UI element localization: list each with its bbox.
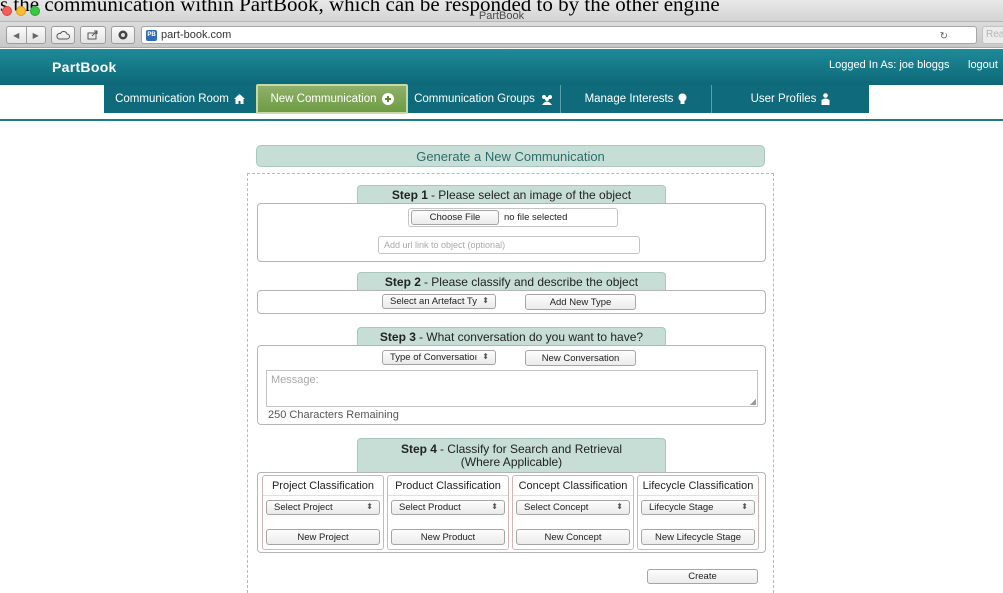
- project-classification-header: Project Classification: [263, 476, 383, 496]
- create-button[interactable]: Create: [647, 569, 758, 584]
- nav-label: User Profiles: [750, 93, 817, 105]
- extension-icon[interactable]: [111, 26, 135, 44]
- concept-classification-header: Concept Classification: [513, 476, 633, 496]
- nav-communication-room[interactable]: Communication Room: [104, 85, 256, 113]
- favicon-icon: PB: [146, 29, 157, 41]
- lifecycle-classification-header: Lifecycle Classification: [638, 476, 758, 496]
- step2-text: - Please classify and describe the objec…: [423, 275, 639, 289]
- nav-label: Manage Interests: [584, 93, 674, 105]
- step4-number: Step 4: [400, 441, 437, 456]
- select-arrows-icon: ⬍: [741, 502, 748, 511]
- new-concept-button[interactable]: New Concept: [516, 529, 630, 545]
- browser-toolbar: ◀ ▶ PB part-book.com ↻ Reader: [0, 22, 1003, 48]
- message-textarea[interactable]: Message: ◢: [266, 370, 758, 407]
- lifecycle-classification: Lifecycle Classification Lifecycle Stage…: [637, 475, 759, 550]
- new-project-button[interactable]: New Project: [266, 529, 380, 545]
- address-bar[interactable]: PB part-book.com ↻: [141, 26, 977, 44]
- url-text: part-book.com: [161, 29, 232, 41]
- lifecycle-select[interactable]: Lifecycle Stage ⬍: [641, 500, 755, 515]
- step2-label: Step 2 - Please classify and describe th…: [357, 272, 666, 291]
- concept-select-value: Select Concept: [524, 502, 589, 513]
- project-classification: Project Classification Select Project ⬍ …: [262, 475, 384, 550]
- select-arrows-icon: ⬍: [616, 502, 623, 511]
- product-classification-header: Product Classification: [388, 476, 508, 496]
- concept-select[interactable]: Select Concept ⬍: [516, 500, 630, 515]
- concept-classification: Concept Classification Select Concept ⬍ …: [512, 475, 634, 550]
- step3-text: - What conversation do you want to have?: [418, 330, 644, 344]
- nav-manage-interests[interactable]: Manage Interests: [561, 85, 711, 113]
- file-picker[interactable]: Choose File no file selected: [408, 208, 618, 227]
- new-product-button[interactable]: New Product: [391, 529, 505, 545]
- share-icon[interactable]: [80, 26, 106, 44]
- project-select[interactable]: Select Project ⬍: [266, 500, 380, 515]
- step4-text: - Classify for Search and Retrieval: [439, 441, 623, 456]
- page-title: Generate a New Communication: [256, 145, 765, 167]
- step3-label: Step 3 - What conversation do you want t…: [357, 327, 666, 346]
- message-placeholder: Message:: [271, 374, 319, 386]
- nav-label: New Communication: [270, 93, 377, 105]
- conversation-type-select[interactable]: Type of Conversatioı ⬍: [382, 350, 496, 365]
- site-header: PartBook Logged In As: joe bloggs logout: [0, 49, 1003, 85]
- nav-underline: [0, 119, 1003, 121]
- logged-in-status: Logged In As: joe bloggs: [829, 59, 950, 71]
- step2-box: [257, 290, 766, 314]
- nav-communication-groups[interactable]: Communication Groups: [408, 85, 560, 113]
- user-icon: [821, 93, 830, 105]
- cloud-icon[interactable]: [51, 26, 75, 44]
- step2-number: Step 2: [384, 275, 421, 289]
- brand-logo[interactable]: PartBook: [52, 59, 117, 75]
- window-title: PartBook: [478, 10, 525, 22]
- select-arrows-icon: ⬍: [491, 502, 498, 511]
- lightbulb-icon: [678, 93, 687, 104]
- reader-button[interactable]: Reader: [982, 26, 1003, 44]
- logout-link[interactable]: logout: [968, 59, 998, 71]
- forward-icon[interactable]: ▶: [27, 27, 46, 43]
- select-arrows-icon: ⬍: [366, 502, 373, 511]
- step3-number: Step 3: [379, 330, 416, 344]
- step4-subtext: (Where Applicable): [460, 454, 563, 469]
- step4-label: Step 4- Classify for Search and Retrieva…: [357, 438, 666, 472]
- product-select[interactable]: Select Product ⬍: [391, 500, 505, 515]
- new-lifecycle-stage-button[interactable]: New Lifecycle Stage: [641, 529, 755, 545]
- nav-label: Communication Room: [115, 93, 229, 105]
- main-nav: Communication Room New Communication Com…: [104, 84, 869, 114]
- back-forward-buttons[interactable]: ◀ ▶: [6, 26, 46, 44]
- step1-text: - Please select an image of the object: [430, 188, 632, 202]
- url-link-input[interactable]: Add url link to object (optional): [378, 236, 640, 254]
- select-arrows-icon: ⬍: [482, 296, 489, 305]
- group-icon: [541, 94, 552, 105]
- step1-label: Step 1 - Please select an image of the o…: [357, 185, 666, 204]
- new-conversation-button[interactable]: New Conversation: [525, 350, 636, 366]
- nav-user-profiles[interactable]: User Profiles: [712, 85, 869, 113]
- reload-icon[interactable]: ↻: [940, 31, 948, 42]
- step1-number: Step 1: [391, 188, 428, 202]
- product-select-value: Select Product: [399, 502, 461, 513]
- product-classification: Product Classification Select Product ⬍ …: [387, 475, 509, 550]
- plus-circle-icon: [381, 93, 394, 105]
- nav-new-communication[interactable]: New Communication: [256, 84, 408, 114]
- back-icon[interactable]: ◀: [7, 27, 27, 43]
- chars-remaining: 250 Characters Remaining: [268, 409, 399, 421]
- conversation-type-value: Type of Conversatioı: [390, 352, 478, 363]
- file-status: no file selected: [504, 212, 568, 223]
- lifecycle-select-value: Lifecycle Stage: [649, 502, 714, 513]
- home-icon: [233, 94, 245, 104]
- add-new-type-button[interactable]: Add New Type: [525, 294, 636, 310]
- artefact-type-select[interactable]: Select an Artefact Ty ⬍: [382, 294, 496, 309]
- project-select-value: Select Project: [274, 502, 333, 513]
- resize-grip-icon[interactable]: ◢: [750, 397, 756, 406]
- nav-label: Communication Groups: [414, 93, 535, 105]
- select-arrows-icon: ⬍: [482, 352, 489, 361]
- choose-file-button[interactable]: Choose File: [411, 210, 499, 225]
- artefact-type-value: Select an Artefact Ty: [390, 296, 477, 307]
